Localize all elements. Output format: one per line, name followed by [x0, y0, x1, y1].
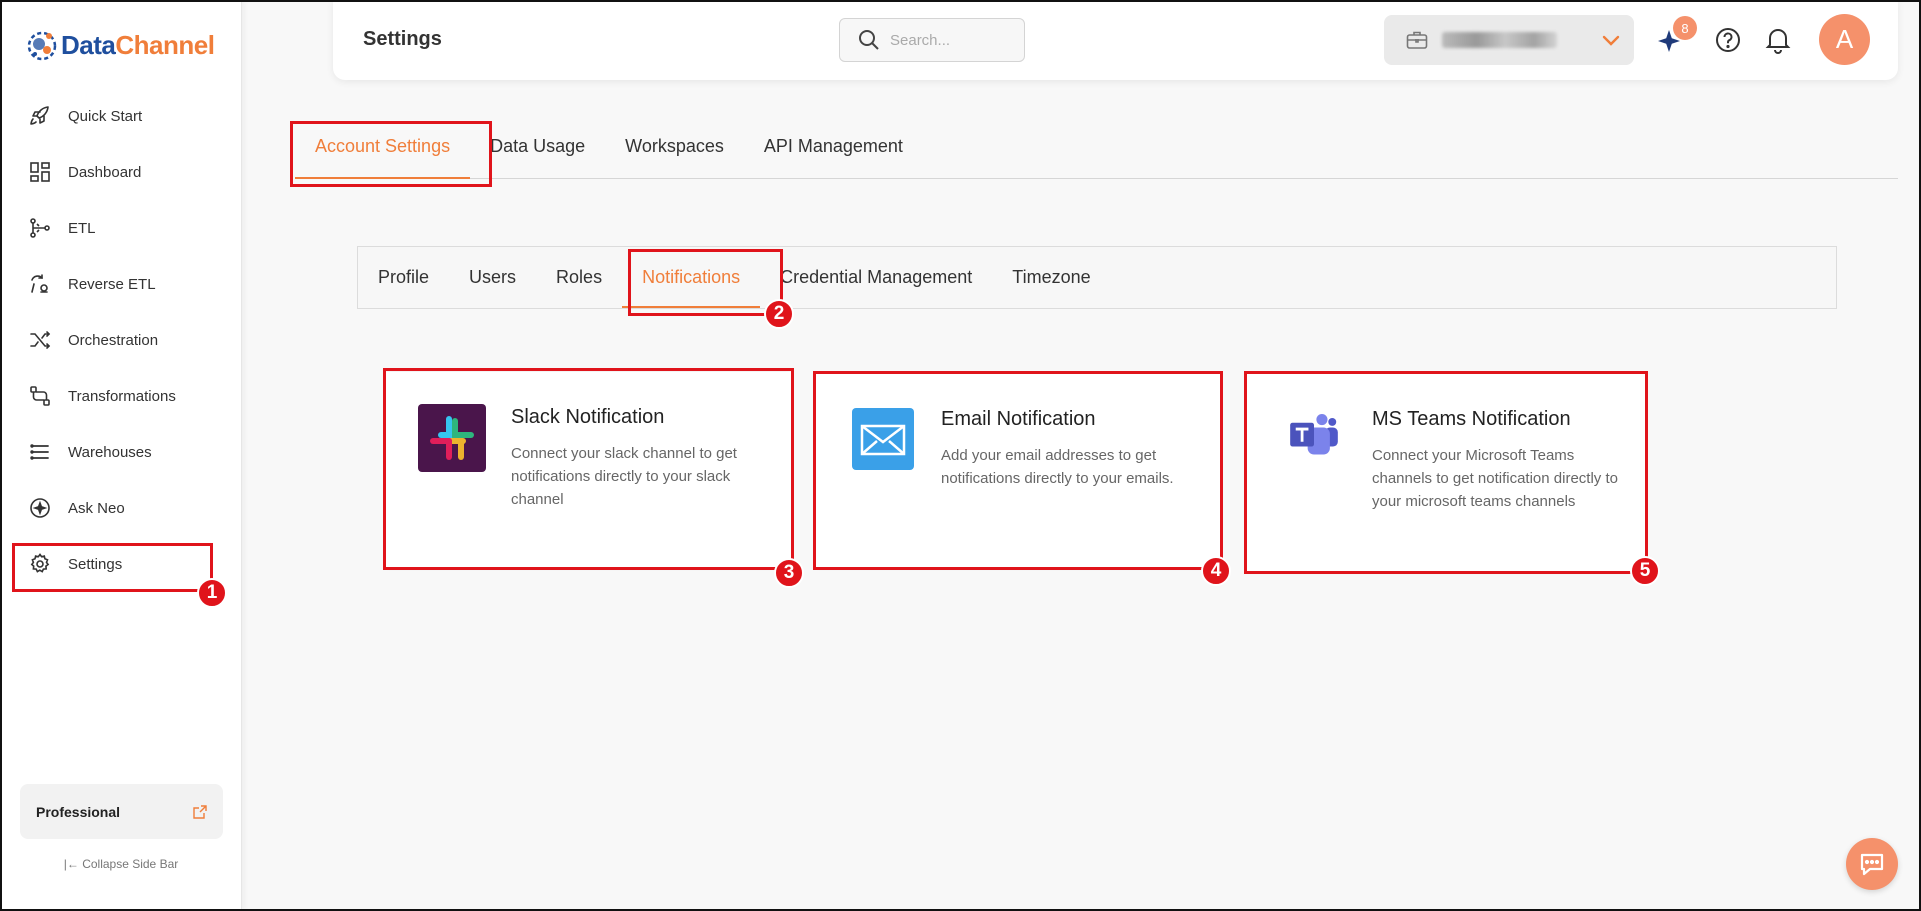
card-description: Connect your slack channel to get notifi… [511, 445, 737, 508]
plan-label: Professional [36, 803, 121, 820]
chat-bubble-icon [1860, 853, 1884, 876]
transformations-icon [30, 386, 50, 406]
ask-neo-icon [30, 498, 50, 518]
top-header: Settings 8 A [333, 0, 1898, 80]
marker-2: 2 [764, 299, 794, 329]
sidebar-item-label: Orchestration [68, 331, 159, 349]
marker-4: 4 [1201, 556, 1231, 586]
sidebar-item-etl[interactable]: ETL [0, 200, 242, 256]
avatar[interactable]: A [1819, 14, 1870, 65]
help-icon[interactable] [1714, 26, 1742, 54]
card-title: Slack Notification [511, 406, 665, 428]
slack-notification-card[interactable]: Slack Notification Connect your slack ch… [386, 372, 791, 567]
card-title: MS Teams Notification [1372, 408, 1571, 430]
gear-icon [30, 553, 50, 573]
logo-globe-icon [27, 31, 57, 61]
sidebar: DataChannel Quick Start Dashboard ETL Re… [0, 0, 242, 911]
sidebar-item-dashboard[interactable]: Dashboard [0, 144, 242, 200]
reverse-etl-icon [31, 274, 48, 293]
rocket-icon [30, 106, 49, 125]
account-tabs: Account Settings Data Usage Workspaces A… [295, 122, 1898, 179]
sidebar-item-label: Transformations [68, 387, 176, 405]
sidebar-item-ask-neo[interactable]: Ask Neo [0, 480, 242, 536]
logo-text: DataChannel [61, 29, 215, 60]
email-notification-card[interactable]: Email Notification Add your email addres… [816, 374, 1220, 567]
card-title: Email Notification [941, 408, 1096, 430]
card-description: Add your email addresses to get notifica… [941, 447, 1174, 487]
sidebar-item-label: Warehouses [68, 443, 152, 461]
sidebar-item-label: Ask Neo [68, 499, 125, 517]
plan-box[interactable]: Professional [20, 784, 223, 839]
sidebar-item-label: Settings [68, 555, 123, 573]
etl-icon [30, 218, 50, 238]
search-input[interactable] [890, 31, 1010, 49]
card-description: Connect your Microsoft Teams channels to… [1372, 447, 1618, 510]
tab-account-settings[interactable]: Account Settings [295, 122, 471, 179]
tab-workspaces[interactable]: Workspaces [605, 122, 744, 179]
external-link-icon[interactable] [193, 804, 207, 819]
workspace-dropdown[interactable] [1384, 15, 1634, 65]
search-icon [859, 30, 879, 50]
sidebar-item-warehouses[interactable]: Warehouses [0, 424, 242, 480]
sidebar-item-label: ETL [68, 219, 96, 237]
sidebar-item-reverse-etl[interactable]: Reverse ETL [0, 256, 242, 312]
chevron-down-icon [1602, 35, 1620, 46]
collapse-label: Collapse Side Bar [82, 857, 179, 871]
marker-5: 5 [1630, 556, 1660, 586]
collapse-arrow-icon: |← [63, 857, 83, 871]
sidebar-item-orchestration[interactable]: Orchestration [0, 312, 242, 368]
tab-data-usage[interactable]: Data Usage [470, 122, 605, 179]
dashboard-icon [30, 162, 50, 182]
search-box[interactable] [839, 18, 1025, 62]
marker-3: 3 [774, 558, 804, 588]
tab-api-management[interactable]: API Management [744, 122, 923, 179]
settings-subtabs: Profile Users Roles Notifications Creden… [357, 246, 1837, 309]
orchestration-icon [30, 331, 51, 349]
ms-teams-icon [1290, 413, 1338, 455]
workspace-name-redacted [1442, 32, 1557, 48]
subtab-roles[interactable]: Roles [536, 247, 622, 308]
marker-1: 1 [197, 578, 227, 608]
slack-icon [418, 404, 486, 472]
sidebar-item-label: Quick Start [68, 107, 143, 125]
subtab-profile[interactable]: Profile [358, 247, 449, 308]
collapse-sidebar-button[interactable]: |← Collapse Side Bar [0, 857, 242, 871]
chat-support-button[interactable] [1846, 838, 1898, 890]
subtab-users[interactable]: Users [449, 247, 536, 308]
sidebar-item-label: Dashboard [68, 163, 142, 181]
sidebar-nav: Quick Start Dashboard ETL Reverse ETL Or… [0, 88, 242, 592]
notification-count-badge: 8 [1673, 16, 1697, 40]
email-icon [852, 408, 914, 470]
datachannel-logo[interactable]: DataChannel [27, 28, 215, 62]
subtab-credential-management[interactable]: Credential Management [760, 247, 992, 308]
subtab-timezone[interactable]: Timezone [992, 247, 1110, 308]
sidebar-item-transformations[interactable]: Transformations [0, 368, 242, 424]
briefcase-icon [1406, 31, 1428, 49]
sidebar-item-label: Reverse ETL [68, 275, 156, 293]
subtab-notifications[interactable]: Notifications [622, 247, 761, 308]
page-title: Settings [363, 28, 442, 50]
bell-icon[interactable] [1765, 26, 1791, 54]
sidebar-item-quick-start[interactable]: Quick Start [0, 88, 242, 144]
warehouses-icon [30, 444, 49, 460]
ms-teams-notification-card[interactable]: MS Teams Notification Connect your Micro… [1247, 374, 1645, 571]
